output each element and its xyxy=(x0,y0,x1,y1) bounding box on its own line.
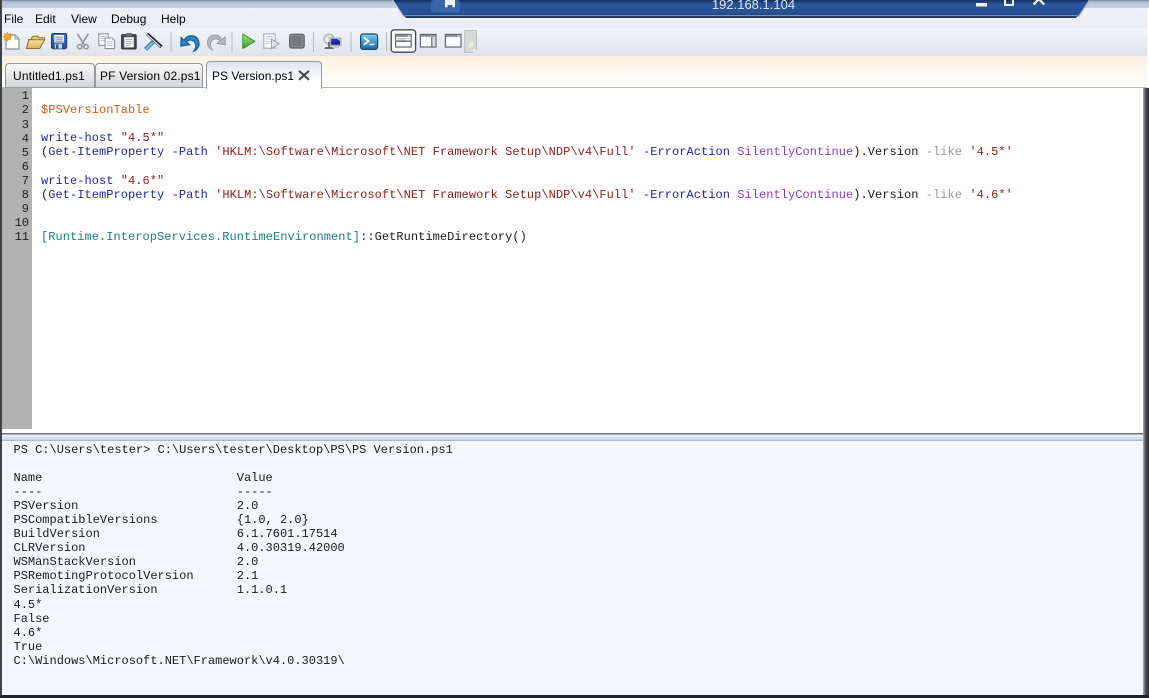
svg-text:192.168.1.104: 192.168.1.104 xyxy=(712,0,795,12)
